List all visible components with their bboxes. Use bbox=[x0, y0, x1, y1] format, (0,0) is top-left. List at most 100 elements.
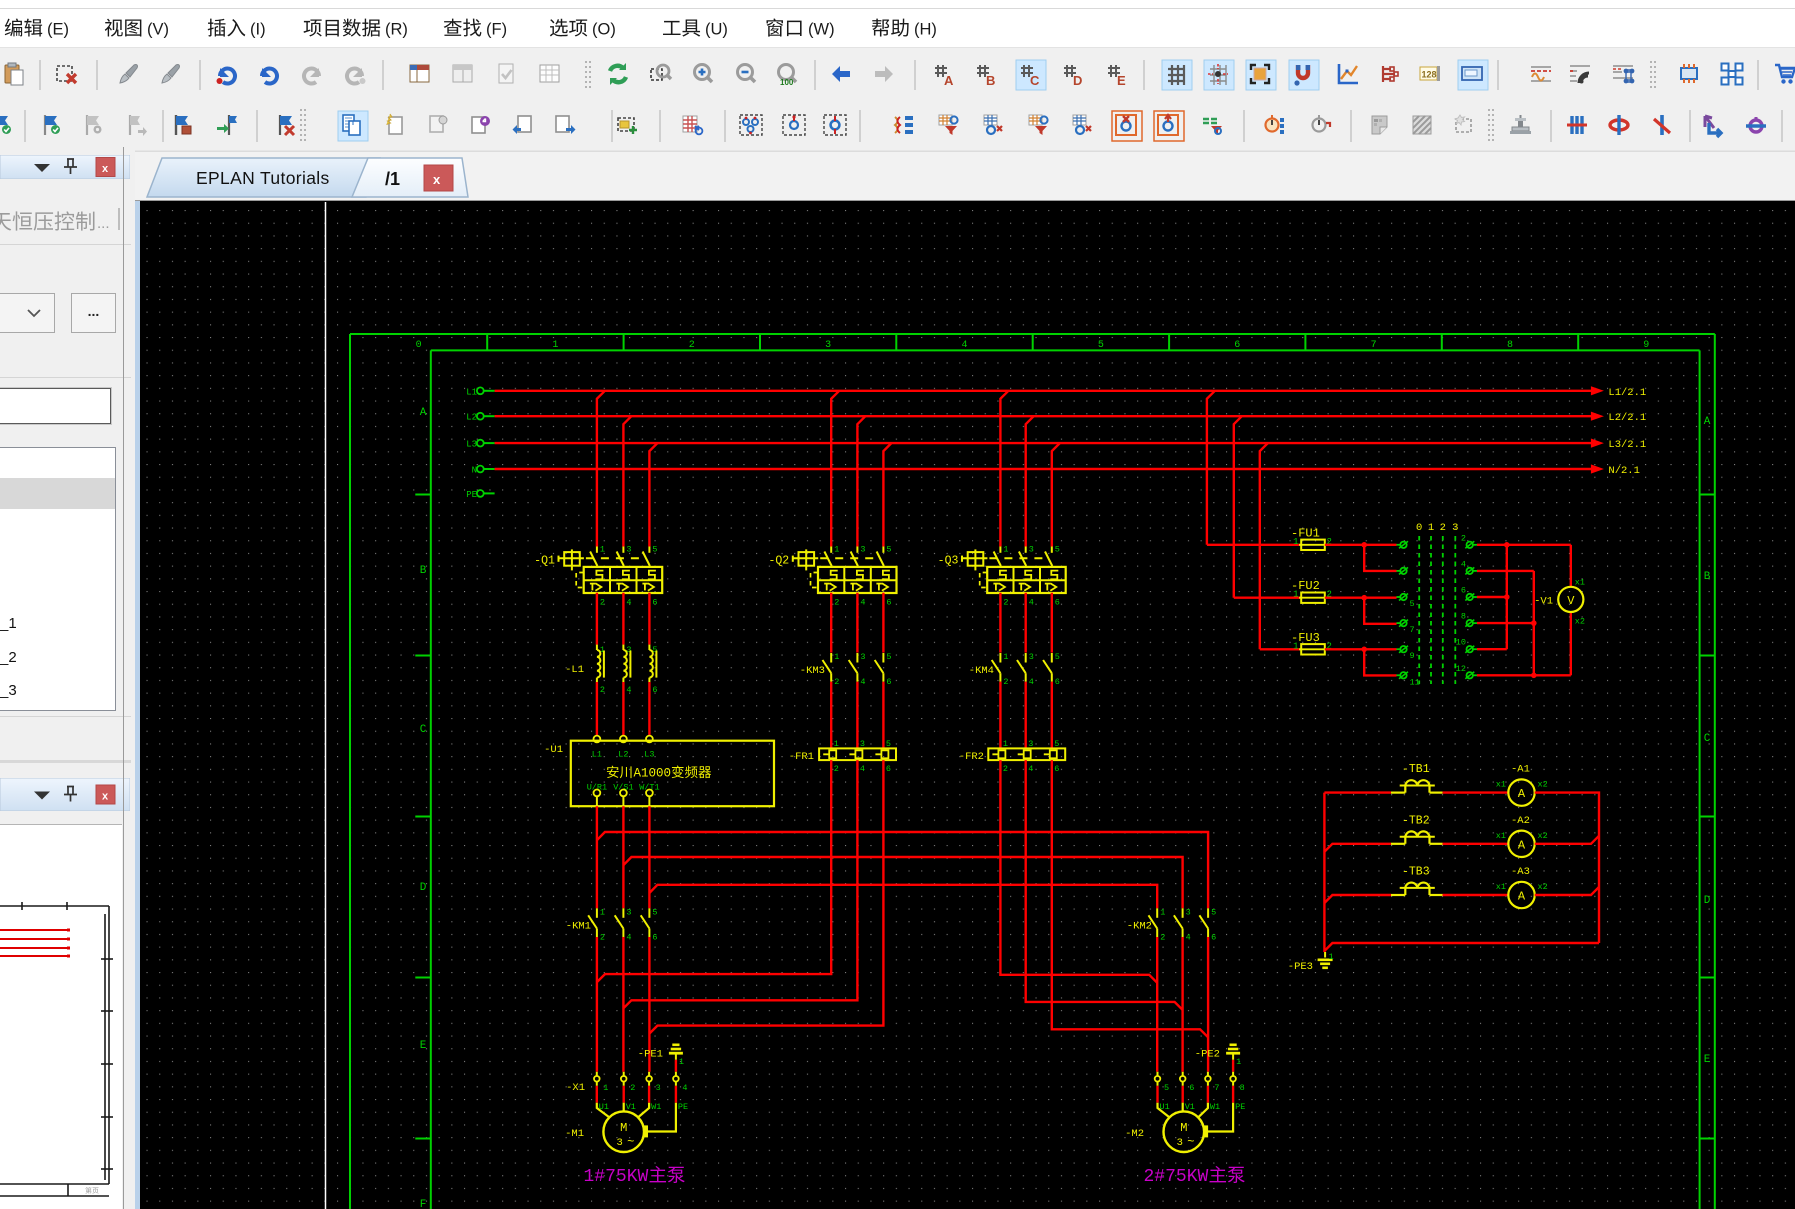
svg-text:100: 100 bbox=[780, 78, 794, 87]
svg-text:5: 5 bbox=[1164, 1083, 1169, 1093]
svg-text:-Q3: -Q3 bbox=[938, 555, 959, 568]
svg-text:N/2.1: N/2.1 bbox=[1608, 465, 1640, 477]
svg-text:2: 2 bbox=[1160, 932, 1165, 942]
svg-text:-TB1: -TB1 bbox=[1402, 763, 1430, 776]
svg-text:5: 5 bbox=[1055, 545, 1060, 555]
svg-text:3: 3 bbox=[1186, 907, 1191, 917]
svg-text:1: 1 bbox=[1003, 739, 1008, 749]
svg-text:2: 2 bbox=[834, 598, 839, 608]
svg-text:-TB3: -TB3 bbox=[1402, 866, 1430, 879]
svg-text:1: 1 bbox=[1428, 522, 1434, 534]
svg-text:1#75KW: 1#75KW bbox=[584, 1167, 649, 1187]
svg-text:-KM4: -KM4 bbox=[969, 665, 994, 677]
svg-text:x1: x1 bbox=[1496, 831, 1506, 841]
svg-text:-X1: -X1 bbox=[566, 1082, 585, 1094]
svg-text:3: 3 bbox=[626, 907, 631, 917]
svg-text:4: 4 bbox=[626, 685, 631, 695]
svg-text:L1/2.1: L1/2.1 bbox=[1608, 387, 1646, 399]
svg-text:3: 3 bbox=[1028, 739, 1033, 749]
svg-text:B: B bbox=[420, 565, 427, 577]
svg-text:2: 2 bbox=[1461, 533, 1466, 543]
svg-text:8: 8 bbox=[1240, 1083, 1245, 1093]
svg-text:C: C bbox=[1030, 73, 1040, 88]
svg-text:L1: L1 bbox=[592, 750, 602, 760]
svg-text:A: A bbox=[944, 73, 954, 88]
svg-text:A: A bbox=[420, 407, 427, 419]
svg-text:-U1: -U1 bbox=[544, 744, 563, 756]
svg-text:-M1: -M1 bbox=[565, 1128, 584, 1140]
svg-text:x2: x2 bbox=[1538, 831, 1548, 841]
svg-text:-KM1: -KM1 bbox=[566, 920, 591, 932]
svg-text:2: 2 bbox=[600, 598, 605, 608]
svg-text:M: M bbox=[620, 1121, 627, 1135]
svg-text:U/R1: U/R1 bbox=[587, 783, 607, 793]
svg-text:5: 5 bbox=[1054, 739, 1059, 749]
svg-text:M: M bbox=[1180, 1121, 1187, 1135]
svg-text:F: F bbox=[420, 1199, 427, 1209]
svg-text:D: D bbox=[1704, 895, 1711, 907]
svg-text:W1: W1 bbox=[1210, 1102, 1220, 1112]
svg-text:6: 6 bbox=[652, 598, 657, 608]
svg-text:-A1: -A1 bbox=[1511, 764, 1530, 776]
svg-text:4: 4 bbox=[1029, 598, 1034, 608]
svg-text:x2: x2 bbox=[1575, 617, 1585, 627]
svg-text:8: 8 bbox=[1507, 340, 1513, 351]
svg-text:-PE2: -PE2 bbox=[1195, 1048, 1220, 1060]
svg-text:1: 1 bbox=[679, 1057, 684, 1067]
svg-text:5: 5 bbox=[886, 652, 891, 662]
svg-text:4: 4 bbox=[1028, 764, 1033, 774]
svg-text:(F): (F) bbox=[486, 21, 507, 39]
svg-text:3: 3 bbox=[617, 1137, 623, 1149]
svg-text:B: B bbox=[1704, 571, 1711, 583]
svg-text:5: 5 bbox=[886, 739, 891, 749]
svg-text:7: 7 bbox=[1410, 625, 1415, 635]
svg-text:7: 7 bbox=[1214, 1083, 1219, 1093]
svg-text:5: 5 bbox=[886, 545, 891, 555]
svg-text:(I): (I) bbox=[250, 21, 266, 39]
svg-text:4: 4 bbox=[626, 932, 631, 942]
svg-text:4: 4 bbox=[860, 598, 865, 608]
svg-text:5: 5 bbox=[1211, 907, 1216, 917]
svg-text:-Q2: -Q2 bbox=[768, 555, 789, 568]
svg-text:(V): (V) bbox=[147, 21, 169, 39]
svg-text:x2: x2 bbox=[1538, 882, 1548, 892]
svg-text:6: 6 bbox=[1055, 677, 1060, 687]
svg-text:1: 1 bbox=[1160, 907, 1165, 917]
svg-text:6: 6 bbox=[652, 685, 657, 695]
svg-text:0: 0 bbox=[416, 340, 422, 351]
svg-text:4: 4 bbox=[682, 1083, 687, 1093]
svg-text:A: A bbox=[1704, 416, 1711, 428]
svg-text:6: 6 bbox=[886, 598, 891, 608]
svg-text:-FU3: -FU3 bbox=[1291, 631, 1320, 645]
svg-text:4: 4 bbox=[626, 598, 631, 608]
svg-text:5: 5 bbox=[652, 545, 657, 555]
svg-text:3: 3 bbox=[860, 739, 865, 749]
svg-text:E: E bbox=[1704, 1054, 1711, 1066]
svg-text:4: 4 bbox=[961, 340, 967, 351]
svg-text:-KM3: -KM3 bbox=[800, 665, 825, 677]
svg-text:A: A bbox=[1518, 787, 1526, 801]
svg-text:5: 5 bbox=[1410, 599, 1415, 609]
svg-text:L3: L3 bbox=[466, 440, 477, 450]
svg-text:6: 6 bbox=[1234, 340, 1240, 351]
svg-text:1: 1 bbox=[834, 652, 839, 662]
svg-text:2: 2 bbox=[834, 764, 839, 774]
svg-text:-PE1: -PE1 bbox=[638, 1048, 663, 1060]
svg-text:4: 4 bbox=[1461, 559, 1466, 569]
svg-text:(U): (U) bbox=[705, 21, 728, 39]
svg-text:11: 11 bbox=[1410, 677, 1420, 687]
svg-text:-FR1: -FR1 bbox=[789, 751, 814, 763]
svg-text:7: 7 bbox=[1371, 340, 1377, 351]
svg-text:L1: L1 bbox=[466, 387, 477, 397]
svg-text:128: 128 bbox=[1422, 70, 1437, 80]
svg-text:(O): (O) bbox=[592, 21, 616, 39]
svg-text:-TB2: -TB2 bbox=[1402, 814, 1430, 827]
svg-text:2: 2 bbox=[834, 677, 839, 687]
svg-text:PE: PE bbox=[1235, 1102, 1245, 1112]
svg-text:5: 5 bbox=[652, 907, 657, 917]
svg-text:3: 3 bbox=[860, 545, 865, 555]
svg-text:C: C bbox=[1704, 733, 1711, 745]
svg-text:(E): (E) bbox=[47, 21, 69, 39]
svg-text:-FU1: -FU1 bbox=[1291, 526, 1320, 540]
svg-text:12: 12 bbox=[1456, 664, 1466, 674]
